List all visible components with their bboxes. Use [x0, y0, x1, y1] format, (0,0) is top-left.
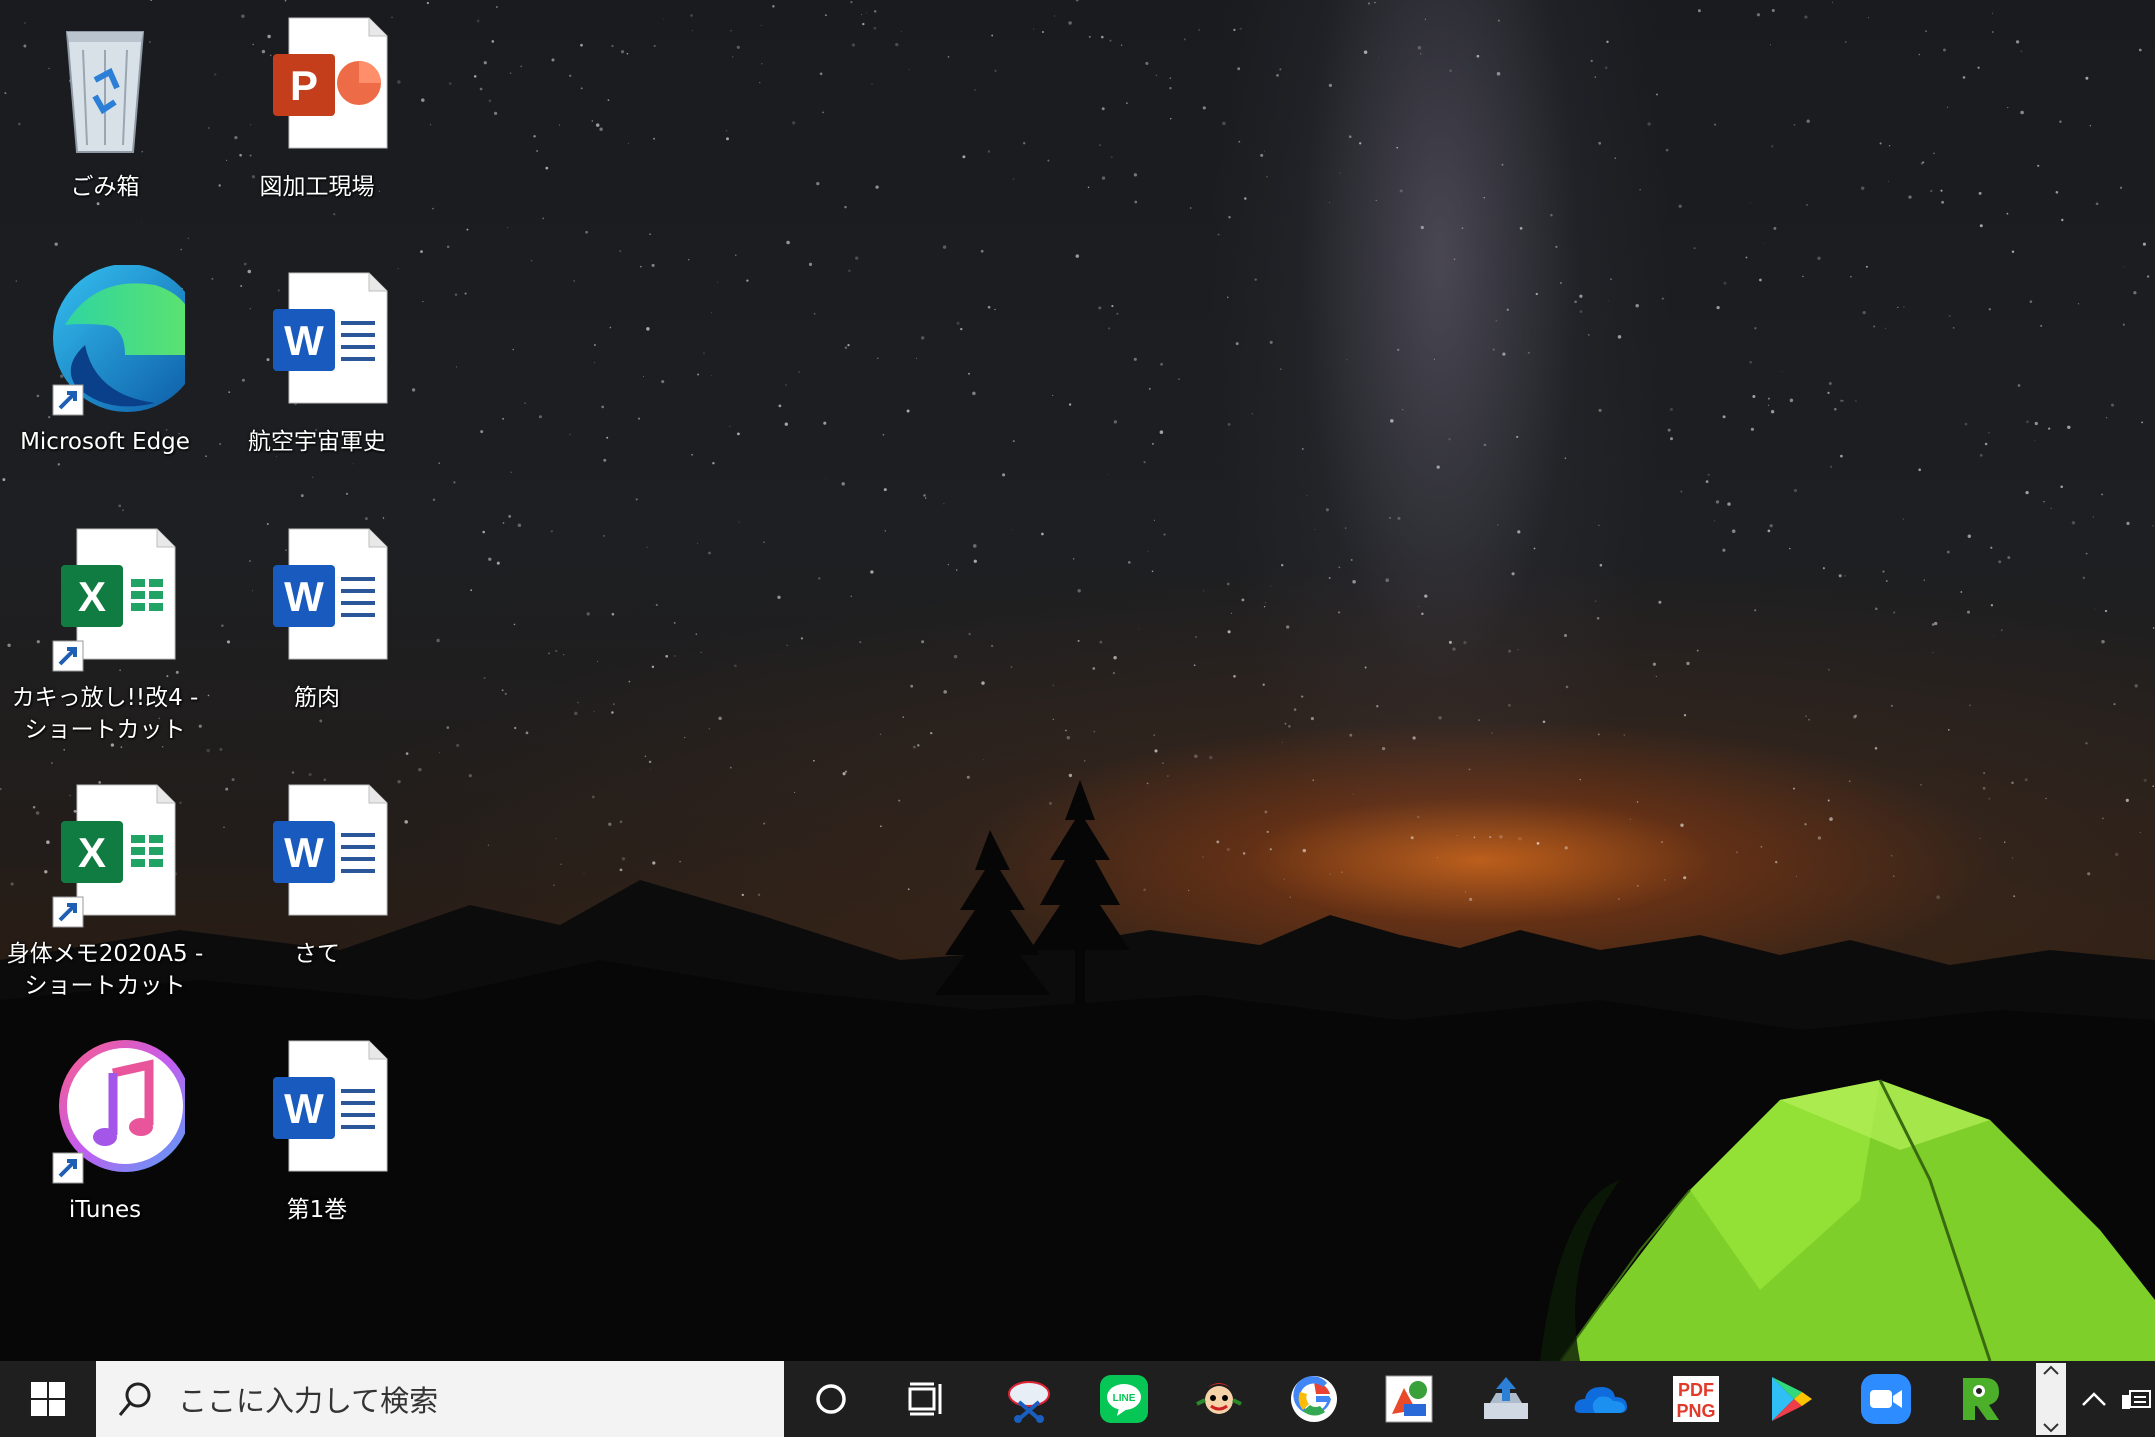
desktop-icon-word-file[interactable]: W さて: [217, 777, 417, 1017]
tray-app-button[interactable]: [2116, 1361, 2155, 1437]
desktop-icon-word-file[interactable]: W 第1巻: [217, 1033, 417, 1273]
svg-text:PNG: PNG: [1676, 1401, 1715, 1421]
google-chrome-icon: [1291, 1376, 1337, 1422]
desktop-icon-edge[interactable]: Microsoft Edge: [5, 264, 205, 505]
cortana-icon: [816, 1384, 846, 1414]
svg-text:P: P: [290, 62, 318, 109]
word-file-icon: W: [237, 521, 397, 676]
svg-text:X: X: [78, 573, 106, 620]
icon-label: 身体メモ2020A5 - ショートカット: [6, 941, 204, 999]
svg-text:PDF: PDF: [1678, 1380, 1714, 1400]
google-play-icon: [1772, 1377, 1812, 1421]
pdf-png-converter-icon: PDF PNG: [1673, 1376, 1719, 1422]
search-icon: [118, 1382, 151, 1416]
svg-text:LINE: LINE: [1113, 1393, 1136, 1404]
upload-app-icon: [1484, 1377, 1528, 1419]
edge-icon: [25, 264, 201, 420]
tray-app-icon: [2121, 1390, 2151, 1409]
excel-file-icon: X: [25, 777, 185, 932]
cortana-button[interactable]: [790, 1361, 872, 1437]
icon-label: ごみ箱: [70, 174, 140, 200]
windows-logo-icon: [31, 1382, 65, 1416]
desktop-icon-recycle-bin[interactable]: ごみ箱: [5, 10, 205, 250]
taskbar-app-chrome[interactable]: [1273, 1361, 1355, 1437]
icon-label: カキっ放し!!改4 - ショートカット: [11, 685, 199, 743]
chevron-up-icon[interactable]: [2041, 1363, 2061, 1377]
taskbar-app-character[interactable]: [1178, 1361, 1260, 1437]
powerpoint-file-icon: P: [237, 10, 397, 165]
desktop-icon-itunes[interactable]: iTunes: [5, 1033, 205, 1273]
excel-file-icon: X: [25, 521, 185, 676]
task-view-icon: [908, 1382, 942, 1416]
taskbar-app-green-r[interactable]: [1940, 1361, 2022, 1437]
taskbar-app-upload[interactable]: [1465, 1361, 1547, 1437]
icon-label: 図加工現場: [259, 174, 375, 200]
icon-label: 筋肉: [294, 685, 340, 711]
paint-app-icon: [1385, 1375, 1433, 1423]
character-app-icon: [1196, 1383, 1242, 1414]
snipping-tool-icon: [1008, 1381, 1050, 1423]
taskbar: ここに入力して検索 LINE PDF PNG: [0, 1361, 2155, 1437]
svg-text:W: W: [284, 829, 324, 876]
desktop-icon-powerpoint-file[interactable]: P 図加工現場: [217, 10, 417, 250]
chevron-up-icon: [2082, 1392, 2106, 1406]
line-icon: LINE: [1100, 1375, 1148, 1423]
icon-label: 航空宇宙軍史: [248, 429, 386, 455]
desktop-icon-excel-shortcut[interactable]: X 身体メモ2020A5 - ショートカット: [5, 777, 205, 1017]
start-button[interactable]: [0, 1361, 96, 1437]
onedrive-icon: [1574, 1387, 1627, 1413]
recycle-bin-icon: [25, 10, 185, 165]
icon-label: さて: [294, 941, 340, 967]
show-hidden-icons-button[interactable]: [2072, 1361, 2116, 1437]
taskbar-app-snipping[interactable]: [988, 1361, 1070, 1437]
icon-label: iTunes: [68, 1197, 142, 1223]
word-file-icon: W: [237, 265, 397, 420]
taskbar-app-pdf-png[interactable]: PDF PNG: [1655, 1361, 1737, 1437]
svg-text:W: W: [284, 317, 324, 364]
taskbar-app-paint[interactable]: [1368, 1361, 1450, 1437]
taskbar-app-google-play[interactable]: [1750, 1361, 1832, 1437]
desktop-icon-excel-shortcut[interactable]: X カキっ放し!!改4 - ショートカット: [5, 521, 205, 761]
svg-text:W: W: [284, 573, 324, 620]
green-r-app-icon: [1963, 1378, 1999, 1420]
svg-text:X: X: [78, 829, 106, 876]
search-placeholder: ここに入力して検索: [178, 1384, 439, 1418]
taskbar-app-onedrive[interactable]: [1560, 1361, 1642, 1437]
taskbar-app-zoom[interactable]: [1845, 1361, 1927, 1437]
desktop-icon-word-file[interactable]: W 航空宇宙軍史: [217, 265, 417, 505]
task-view-button[interactable]: [886, 1361, 968, 1437]
taskbar-search-box[interactable]: ここに入力して検索: [96, 1361, 784, 1437]
svg-text:W: W: [284, 1085, 324, 1132]
zoom-icon: [1861, 1374, 1911, 1424]
word-file-icon: W: [237, 1033, 397, 1188]
chevron-down-icon[interactable]: [2041, 1421, 2061, 1435]
itunes-icon: [25, 1033, 191, 1188]
icon-label: 第1巻: [286, 1197, 348, 1223]
desktop-icon-word-file[interactable]: W 筋肉: [217, 521, 417, 761]
taskbar-app-line[interactable]: LINE: [1083, 1361, 1165, 1437]
icon-label: Microsoft Edge: [20, 429, 190, 455]
word-file-icon: W: [237, 777, 397, 932]
taskbar-scroll-control[interactable]: [2036, 1363, 2066, 1435]
